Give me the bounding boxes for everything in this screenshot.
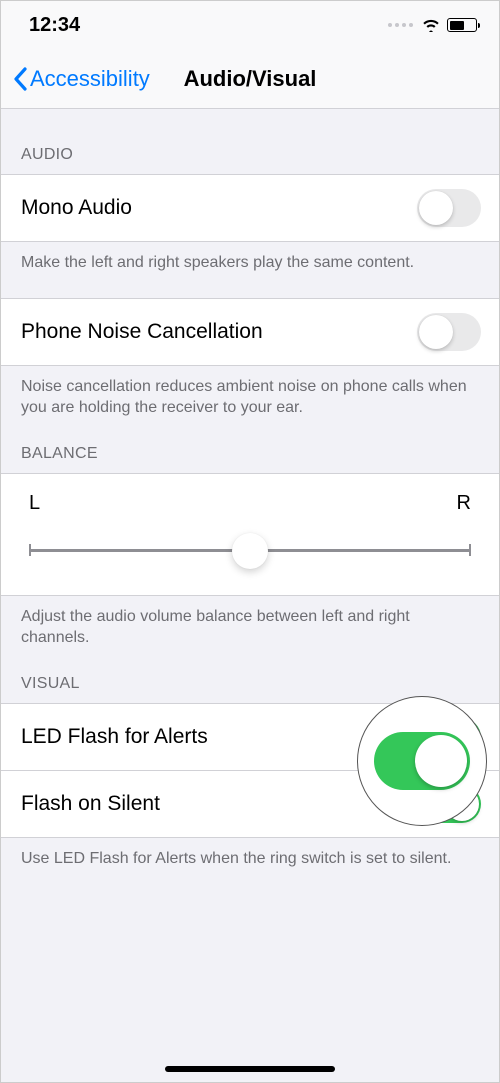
balance-slider-thumb[interactable] xyxy=(232,533,268,569)
balance-slider[interactable] xyxy=(29,533,471,569)
visual-footer: Use LED Flash for Alerts when the ring s… xyxy=(1,838,499,870)
row-noise-cancellation[interactable]: Phone Noise Cancellation xyxy=(1,298,499,366)
flash-silent-label: Flash on Silent xyxy=(21,792,160,816)
noise-cancellation-toggle[interactable] xyxy=(417,313,481,351)
noise-cancellation-label: Phone Noise Cancellation xyxy=(21,320,263,344)
zoom-highlight-circle xyxy=(357,696,487,826)
section-header-visual: Visual xyxy=(1,649,499,703)
balance-footer: Adjust the audio volume balance between … xyxy=(1,596,499,649)
nav-bar: Accessibility Audio/Visual xyxy=(1,49,499,109)
battery-icon xyxy=(447,18,477,32)
balance-right-label: R xyxy=(457,492,471,515)
noise-cancellation-footer: Noise cancellation reduces ambient noise… xyxy=(1,366,499,419)
page-title: Audio/Visual xyxy=(184,66,317,92)
section-header-balance: Balance xyxy=(1,419,499,473)
signal-dots-icon xyxy=(388,23,413,27)
back-button[interactable]: Accessibility xyxy=(13,66,150,92)
balance-left-label: L xyxy=(29,492,40,515)
mono-audio-footer: Make the left and right speakers play th… xyxy=(1,242,499,274)
mono-audio-toggle[interactable] xyxy=(417,189,481,227)
row-mono-audio[interactable]: Mono Audio xyxy=(1,174,499,242)
led-flash-label: LED Flash for Alerts xyxy=(21,725,208,749)
status-bar: 12:34 xyxy=(1,1,499,49)
chevron-left-icon xyxy=(13,67,27,91)
wifi-icon xyxy=(421,18,441,32)
zoom-toggle-icon xyxy=(374,732,470,790)
back-label: Accessibility xyxy=(30,66,150,92)
status-right xyxy=(388,18,477,32)
mono-audio-label: Mono Audio xyxy=(21,196,132,220)
status-time: 12:34 xyxy=(29,14,80,37)
balance-slider-row: L R xyxy=(1,473,499,596)
home-indicator[interactable] xyxy=(165,1066,335,1072)
section-header-audio: Audio xyxy=(1,109,499,174)
